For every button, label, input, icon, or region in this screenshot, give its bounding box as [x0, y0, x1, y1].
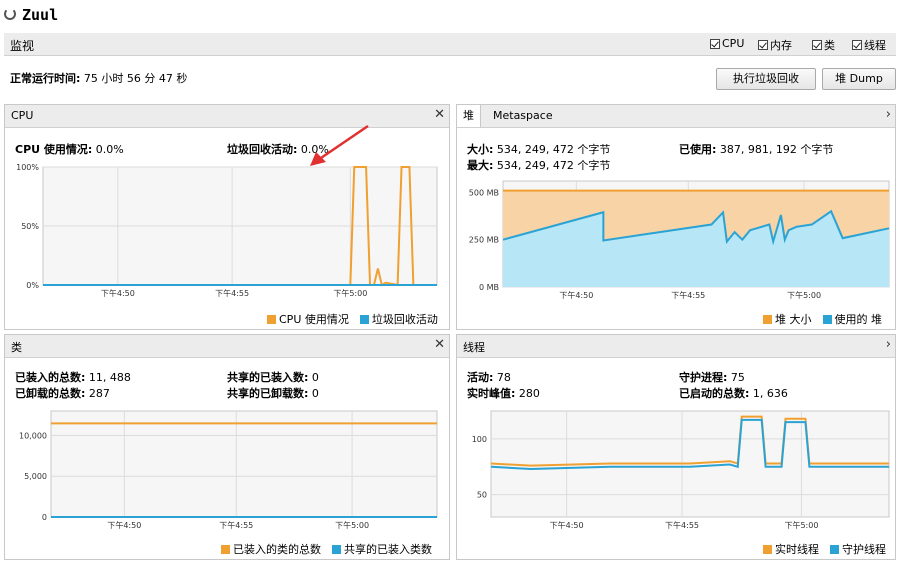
loading-spinner-icon: [4, 8, 16, 20]
legend-swatch-heap-used: [822, 314, 832, 324]
classes-panel: 类 ✕ 已装入的总数: 11, 488 已卸载的总数: 287 共享的已装入数:…: [4, 334, 450, 560]
perform-gc-button[interactable]: 执行垃圾回收: [716, 68, 816, 90]
classes-chart: 0 5,000 10,000 下午4:50 下午4:55 下午5:00: [19, 410, 438, 530]
checkbox-cpu-box[interactable]: [710, 38, 720, 49]
x-tick-label: 下午4:50: [559, 290, 593, 300]
y-tick-label: 250 MB: [469, 236, 499, 245]
y-tick-label: 0: [42, 513, 47, 522]
x-tick-label: 下午4:55: [665, 520, 699, 530]
peak-threads-stat: 实时峰值: 280: [467, 387, 540, 400]
x-tick-label: 下午4:55: [219, 520, 253, 530]
y-tick-label: 0 MB: [479, 283, 499, 292]
classes-panel-title: 类: [11, 341, 22, 354]
title-bar: Zuul: [0, 0, 900, 32]
x-tick-label: 下午4:55: [671, 290, 705, 300]
y-tick-label: 50%: [21, 222, 39, 231]
close-icon[interactable]: ✕: [434, 337, 445, 352]
x-tick-label: 下午4:50: [550, 520, 584, 530]
threads-chart: 50 100 下午4:50 下午4:55 下午5:00: [472, 410, 890, 530]
cpu-panel-header: CPU ✕: [5, 105, 449, 128]
threads-legend: 实时线程 守护线程: [763, 541, 886, 557]
scroll-right-icon[interactable]: ›: [886, 337, 891, 352]
heap-panel: 堆 Metaspace › 大小: 534, 249, 472 个字节 最大: …: [456, 104, 896, 330]
tab-heap[interactable]: 堆: [457, 105, 481, 127]
legend-swatch-heap-size: [763, 314, 772, 324]
app-title: Zuul: [22, 6, 59, 24]
threads-panel: 线程 › 活动: 78 实时峰值: 280 守护进程: 75 已启动的总数: 1…: [456, 334, 896, 560]
monitor-label: 监视: [10, 39, 35, 53]
cpu-chart: 0% 50% 100% 下午4:50 下午4:55 下午5:00: [16, 163, 438, 298]
checkbox-cpu[interactable]: CPU: [710, 37, 744, 50]
checkbox-threads-box[interactable]: [852, 40, 862, 50]
threads-panel-header: 线程 ›: [457, 335, 895, 358]
y-tick-label: 10,000: [19, 431, 47, 440]
x-tick-label: 下午5:00: [787, 290, 821, 300]
heap-size-stat: 大小: 534, 249, 472 个字节: [467, 143, 611, 156]
threads-panel-title: 线程: [463, 341, 485, 354]
daemon-threads-stat: 守护进程: 75: [679, 371, 745, 384]
cpu-panel-title: CPU: [11, 109, 34, 122]
classes-legend: 已装入的类的总数 共享的已装入类数: [221, 541, 432, 557]
y-tick-label: 5,000: [24, 472, 47, 481]
legend-swatch-cpu: [267, 314, 276, 324]
unloaded-classes-stat: 已卸载的总数: 287: [15, 387, 110, 400]
y-tick-label: 500 MB: [469, 188, 499, 197]
annotation-arrow: [310, 124, 369, 166]
legend-swatch-loaded: [221, 544, 230, 554]
plot-area: [50, 410, 438, 518]
legend-swatch-daemon: [830, 544, 839, 554]
checkbox-threads[interactable]: 线程: [852, 37, 886, 53]
close-icon[interactable]: ✕: [434, 107, 445, 122]
y-tick-label: 100: [472, 435, 487, 444]
x-tick-label: 下午4:50: [107, 520, 141, 530]
classes-panel-header: 类 ✕: [5, 335, 449, 358]
heap-used-stat: 已使用: 387, 981, 192 个字节: [679, 143, 834, 156]
y-tick-label: 100%: [16, 163, 39, 172]
x-tick-label: 下午4:50: [101, 288, 135, 298]
monitor-toolbar: 监视 CPU 内存 类 线程: [4, 33, 896, 56]
uptime-value: 75 小时 56 分 47 秒: [83, 72, 188, 85]
live-threads-stat: 活动: 78: [467, 371, 511, 384]
x-tick-label: 下午5:00: [335, 520, 369, 530]
x-tick-label: 下午5:00: [333, 288, 367, 298]
checkbox-classes[interactable]: 类: [812, 37, 835, 53]
uptime-row: 正常运行时间: 75 小时 56 分 47 秒: [10, 70, 187, 86]
legend-swatch-live: [763, 544, 772, 554]
legend-swatch-shared: [332, 544, 341, 554]
cpu-legend: CPU 使用情况 垃圾回收活动: [267, 311, 438, 327]
shared-loaded-stat: 共享的已装入数: 0: [227, 371, 319, 384]
started-threads-stat: 已启动的总数: 1, 636: [679, 387, 788, 400]
y-tick-label: 50: [477, 491, 487, 500]
heap-max-stat: 最大: 534, 249, 472 个字节: [467, 159, 611, 172]
scroll-right-icon[interactable]: ›: [886, 107, 891, 122]
loaded-classes-stat: 已装入的总数: 11, 488: [15, 371, 131, 384]
x-tick-label: 下午5:00: [784, 520, 818, 530]
y-tick-label: 0%: [26, 281, 39, 290]
checkbox-memory[interactable]: 内存: [758, 37, 792, 53]
cpu-usage-stat: CPU 使用情况: 0.0%: [15, 143, 124, 156]
heap-panel-header: 堆 Metaspace ›: [457, 105, 895, 128]
heap-legend: 堆 大小 使用的 堆: [763, 311, 882, 327]
tab-metaspace[interactable]: Metaspace: [487, 105, 559, 127]
heap-chart: 0 MB 250 MB 500 MB 下午4:50 下午4:55 下午5:00: [469, 180, 890, 300]
legend-swatch-gc: [359, 314, 369, 324]
heap-dump-button[interactable]: 堆 Dump: [822, 68, 896, 90]
cpu-panel: CPU ✕ CPU 使用情况: 0.0% 垃圾回收活动: 0.0% 0% 50% 1…: [4, 104, 450, 330]
checkbox-classes-box[interactable]: [812, 40, 822, 50]
shared-unloaded-stat: 共享的已卸载数: 0: [227, 387, 319, 400]
checkbox-memory-box[interactable]: [758, 40, 768, 50]
x-tick-label: 下午4:55: [215, 288, 249, 298]
uptime-label: 正常运行时间:: [10, 72, 81, 85]
